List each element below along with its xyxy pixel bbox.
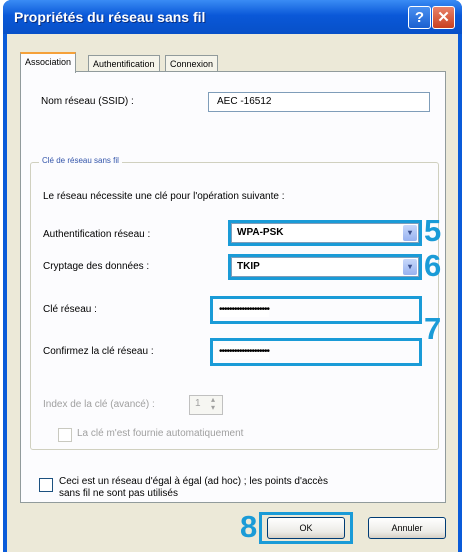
encryption-highlight [228, 254, 422, 280]
callout-6: 6 [424, 248, 442, 283]
network-key-input[interactable]: •••••••••••••••••••• [210, 296, 422, 324]
association-panel: Nom réseau (SSID) : AEC -16512 Clé de ré… [20, 71, 446, 503]
spin-down-icon: ▾ [211, 403, 216, 412]
window-title: Propriétés du réseau sans fil [14, 9, 206, 25]
network-name-label: Nom réseau (SSID) : [41, 96, 134, 107]
tab-association[interactable]: Association [20, 52, 77, 73]
wireless-key-legend: Clé de réseau sans fil [39, 156, 122, 165]
encryption-label: Cryptage des données : [43, 261, 150, 272]
adhoc-label-line1: Ceci est un réseau d'égal à égal (ad hoc… [59, 476, 328, 487]
callout-8: 8 [240, 509, 258, 544]
dialog-window: Propriétés du réseau sans fil ? ✕ Associ… [3, 0, 462, 552]
confirm-key-input[interactable]: •••••••••••••••••••• [210, 338, 422, 366]
tab-connection[interactable]: Connexion [165, 55, 219, 72]
key-index-label: Index de la clé (avancé) : [43, 399, 155, 410]
callout-5: 5 [424, 213, 442, 248]
adhoc-label-line2: sans fil ne sont pas utilisés [59, 488, 178, 499]
key-requirement-text: Le réseau nécessite une clé pour l'opéra… [43, 191, 285, 202]
tab-authentication[interactable]: Authentification [88, 55, 160, 72]
authentication-highlight [228, 220, 422, 246]
dialog-body: Association Authentification Connexion N… [7, 34, 458, 552]
adhoc-checkbox[interactable] [39, 478, 53, 492]
auto-key-checkbox [58, 428, 72, 442]
authentication-label: Authentification réseau : [43, 229, 151, 240]
network-name-input[interactable]: AEC -16512 [208, 92, 430, 112]
confirm-key-label: Confirmez la clé réseau : [43, 346, 154, 357]
ok-button[interactable]: OK [267, 517, 345, 539]
close-button[interactable]: ✕ [432, 6, 455, 29]
network-key-label: Clé réseau : [43, 304, 97, 315]
help-button[interactable]: ? [408, 6, 431, 29]
title-bar[interactable]: Propriétés du réseau sans fil ? ✕ [3, 0, 462, 34]
auto-key-label: La clé m'est fournie automatiquement [77, 428, 244, 439]
key-index-value: 1 [195, 398, 201, 409]
key-index-spinner: 1 ▴ ▾ [189, 395, 223, 415]
cancel-button[interactable]: Annuler [368, 517, 446, 539]
callout-7: 7 [424, 311, 442, 346]
confirm-key-value: •••••••••••••••••••• [219, 345, 270, 359]
network-key-value: •••••••••••••••••••• [219, 303, 270, 317]
